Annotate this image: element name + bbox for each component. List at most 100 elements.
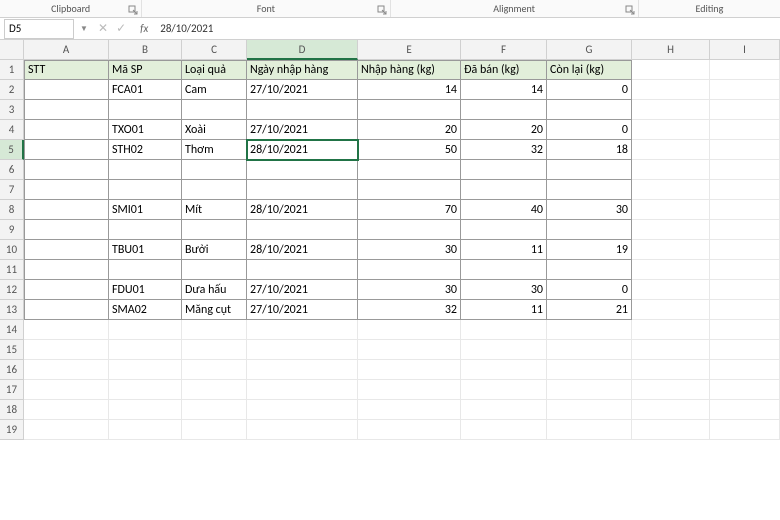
cell-H12[interactable] bbox=[632, 280, 710, 300]
cell-B15[interactable] bbox=[109, 340, 182, 360]
cell-H19[interactable] bbox=[632, 420, 710, 440]
cell-B12[interactable]: FDU01 bbox=[109, 280, 182, 300]
cell-B2[interactable]: FCA01 bbox=[109, 80, 182, 100]
row-header[interactable]: 7 bbox=[0, 180, 24, 200]
cell-G16[interactable] bbox=[547, 360, 632, 380]
dialog-launcher-icon[interactable] bbox=[377, 5, 387, 15]
enter-icon[interactable]: ✓ bbox=[116, 21, 126, 36]
cell-C3[interactable] bbox=[182, 100, 247, 120]
row-header[interactable]: 19 bbox=[0, 420, 24, 440]
cell-C15[interactable] bbox=[182, 340, 247, 360]
cell-I1[interactable] bbox=[710, 60, 780, 80]
cell-B4[interactable]: TXO01 bbox=[109, 120, 182, 140]
cell-F2[interactable]: 14 bbox=[461, 80, 547, 100]
cell-B7[interactable] bbox=[109, 180, 182, 200]
cell-E9[interactable] bbox=[358, 220, 461, 240]
cell-G14[interactable] bbox=[547, 320, 632, 340]
cell-H17[interactable] bbox=[632, 380, 710, 400]
cell-I5[interactable] bbox=[710, 140, 780, 160]
cell-B9[interactable] bbox=[109, 220, 182, 240]
cell-I18[interactable] bbox=[710, 400, 780, 420]
cell-I16[interactable] bbox=[710, 360, 780, 380]
cell-C1[interactable]: Loại quả bbox=[182, 60, 247, 80]
cell-E12[interactable]: 30 bbox=[358, 280, 461, 300]
col-header-H[interactable]: H bbox=[632, 40, 710, 60]
cell-A17[interactable] bbox=[24, 380, 109, 400]
cell-A9[interactable] bbox=[24, 220, 109, 240]
cell-E10[interactable]: 30 bbox=[358, 240, 461, 260]
cell-G12[interactable]: 0 bbox=[547, 280, 632, 300]
cell-I14[interactable] bbox=[710, 320, 780, 340]
col-header-C[interactable]: C bbox=[182, 40, 247, 60]
cell-C18[interactable] bbox=[182, 400, 247, 420]
cell-E16[interactable] bbox=[358, 360, 461, 380]
row-header[interactable]: 9 bbox=[0, 220, 24, 240]
cell-D4[interactable]: 27/10/2021 bbox=[247, 120, 358, 140]
name-box-dropdown-icon[interactable]: ▼ bbox=[78, 24, 90, 34]
row-header[interactable]: 16 bbox=[0, 360, 24, 380]
row-header[interactable]: 6 bbox=[0, 160, 24, 180]
cell-C13[interactable]: Măng cụt bbox=[182, 300, 247, 320]
cell-E11[interactable] bbox=[358, 260, 461, 280]
cell-F4[interactable]: 20 bbox=[461, 120, 547, 140]
row-header[interactable]: 11 bbox=[0, 260, 24, 280]
cell-G8[interactable]: 30 bbox=[547, 200, 632, 220]
cell-C6[interactable] bbox=[182, 160, 247, 180]
cell-C5[interactable]: Thơm bbox=[182, 140, 247, 160]
cell-D8[interactable]: 28/10/2021 bbox=[247, 200, 358, 220]
cell-H8[interactable] bbox=[632, 200, 710, 220]
col-header-D[interactable]: D bbox=[247, 40, 358, 60]
cell-D14[interactable] bbox=[247, 320, 358, 340]
cell-D3[interactable] bbox=[247, 100, 358, 120]
row-header[interactable]: 8 bbox=[0, 200, 24, 220]
cell-B6[interactable] bbox=[109, 160, 182, 180]
cell-G6[interactable] bbox=[547, 160, 632, 180]
cell-E14[interactable] bbox=[358, 320, 461, 340]
cell-I6[interactable] bbox=[710, 160, 780, 180]
cell-C7[interactable] bbox=[182, 180, 247, 200]
cell-D2[interactable]: 27/10/2021 bbox=[247, 80, 358, 100]
cell-D10[interactable]: 28/10/2021 bbox=[247, 240, 358, 260]
col-header-F[interactable]: F bbox=[461, 40, 547, 60]
cell-D13[interactable]: 27/10/2021 bbox=[247, 300, 358, 320]
cell-D11[interactable] bbox=[247, 260, 358, 280]
row-header[interactable]: 3 bbox=[0, 100, 24, 120]
col-header-E[interactable]: E bbox=[358, 40, 461, 60]
cell-C11[interactable] bbox=[182, 260, 247, 280]
cell-D16[interactable] bbox=[247, 360, 358, 380]
cell-B10[interactable]: TBU01 bbox=[109, 240, 182, 260]
cell-C16[interactable] bbox=[182, 360, 247, 380]
cell-H16[interactable] bbox=[632, 360, 710, 380]
name-box[interactable]: D5 bbox=[4, 19, 74, 39]
cell-E17[interactable] bbox=[358, 380, 461, 400]
cell-B18[interactable] bbox=[109, 400, 182, 420]
cell-D6[interactable] bbox=[247, 160, 358, 180]
cell-F13[interactable]: 11 bbox=[461, 300, 547, 320]
cell-I9[interactable] bbox=[710, 220, 780, 240]
cell-A19[interactable] bbox=[24, 420, 109, 440]
cell-H5[interactable] bbox=[632, 140, 710, 160]
cell-A4[interactable] bbox=[24, 120, 109, 140]
cell-C8[interactable]: Mít bbox=[182, 200, 247, 220]
cell-H14[interactable] bbox=[632, 320, 710, 340]
row-header[interactable]: 13 bbox=[0, 300, 24, 320]
cell-D19[interactable] bbox=[247, 420, 358, 440]
cell-E2[interactable]: 14 bbox=[358, 80, 461, 100]
dialog-launcher-icon[interactable] bbox=[625, 5, 635, 15]
cell-G7[interactable] bbox=[547, 180, 632, 200]
cell-B17[interactable] bbox=[109, 380, 182, 400]
cell-H2[interactable] bbox=[632, 80, 710, 100]
cell-H13[interactable] bbox=[632, 300, 710, 320]
cell-G9[interactable] bbox=[547, 220, 632, 240]
cell-A7[interactable] bbox=[24, 180, 109, 200]
cell-F15[interactable] bbox=[461, 340, 547, 360]
cell-C14[interactable] bbox=[182, 320, 247, 340]
cell-A1[interactable]: STT bbox=[24, 60, 109, 80]
cell-I3[interactable] bbox=[710, 100, 780, 120]
cell-I19[interactable] bbox=[710, 420, 780, 440]
cell-I10[interactable] bbox=[710, 240, 780, 260]
cell-H9[interactable] bbox=[632, 220, 710, 240]
cell-H11[interactable] bbox=[632, 260, 710, 280]
cell-G17[interactable] bbox=[547, 380, 632, 400]
cell-I12[interactable] bbox=[710, 280, 780, 300]
